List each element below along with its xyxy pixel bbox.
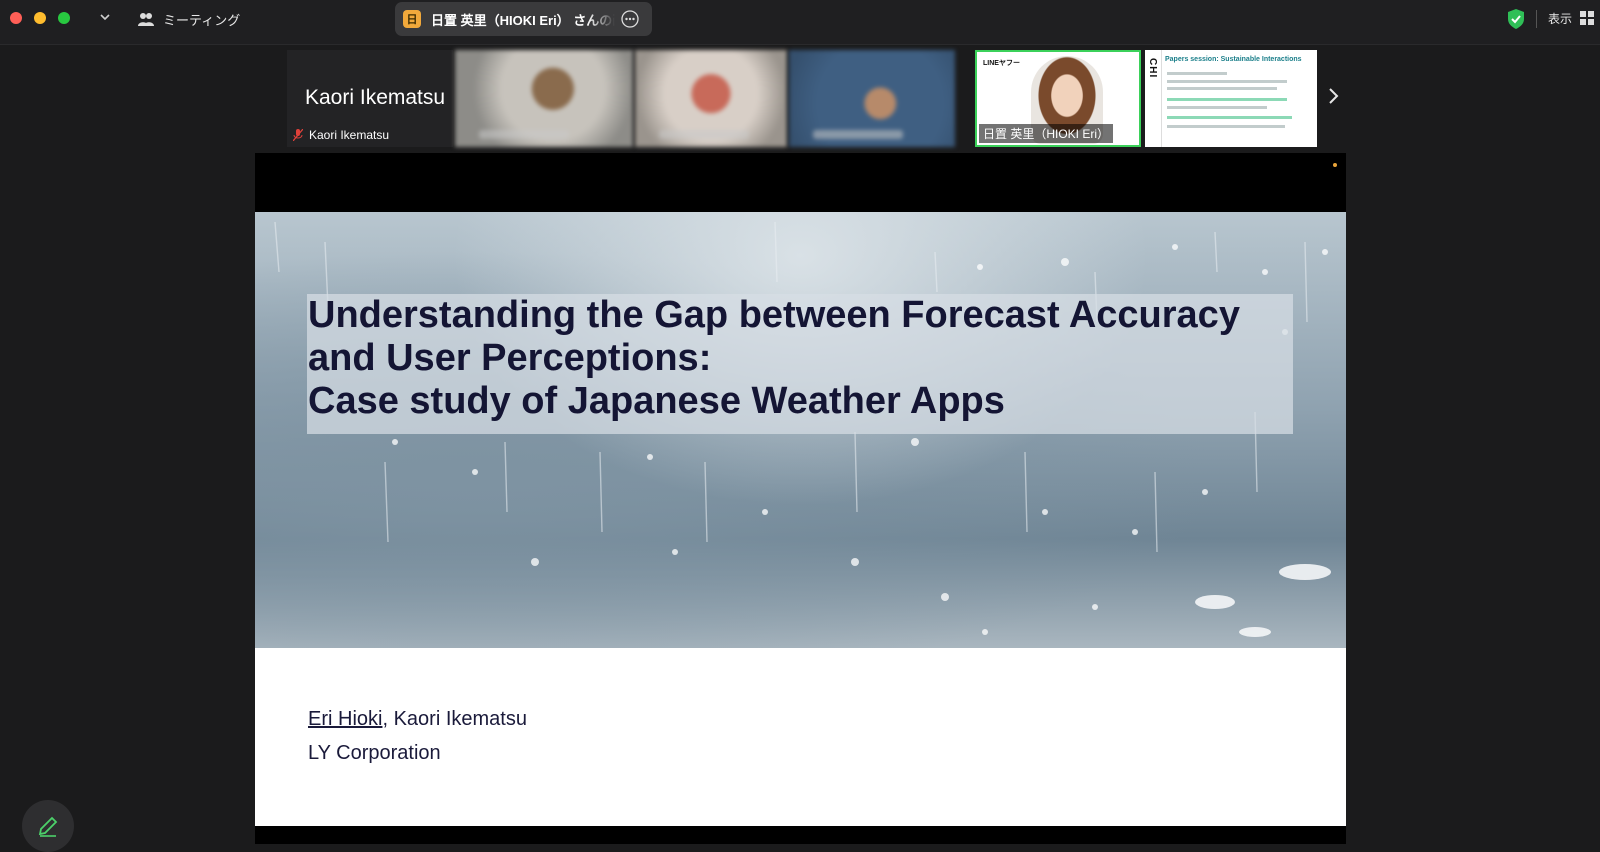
fullscreen-window-button[interactable] [58,12,70,24]
slide-title-line: Case study of Japanese Weather Apps [308,380,1005,422]
meeting-label: ミーティング [163,12,241,28]
chevron-down-icon[interactable] [98,10,112,24]
participants-icon [138,13,154,26]
slide-text-line [1167,87,1277,90]
slide-footer: Eri Hioki, Kaori Ikematsu LY Corporation [255,648,1346,826]
slide-text-line [1167,116,1292,119]
slide-text-line [1167,125,1285,128]
slide-text-line [1167,106,1267,109]
blurred-name [479,130,569,139]
meeting-menu[interactable]: ミーティング [137,8,240,30]
active-speaker-tile[interactable]: LINEヤフー 日置 英里（HIOKI Eri） [975,50,1141,147]
more-options-icon[interactable] [621,10,639,28]
participant-tile[interactable] [789,50,955,147]
slide-text-line [1167,98,1287,101]
rain-background-image: Understanding the Gap between Forecast A… [255,212,1346,648]
next-page-arrow-icon[interactable] [1326,86,1340,106]
divider [1536,10,1537,28]
screen-share-title: 日置 英里（HIOKI Eri） さんの画面 [431,12,615,28]
video-strip: Kaori Ikematsu Kaori Ikematsu LINEヤフー 日置… [287,50,1317,147]
muted-mic-icon [293,129,303,141]
author-link[interactable]: Eri Hioki [308,708,382,730]
slide-title: Understanding the Gap between Forecast A… [308,294,1240,423]
recording-indicator [1333,163,1337,167]
gallery-view-icon[interactable] [1580,11,1594,25]
participant-display-name: Kaori Ikematsu [305,86,446,109]
window-titlebar: ミーティング 日 日置 英里（HIOKI Eri） さんの画面 表示 [0,0,1600,45]
chi-logo: CHI [1147,58,1158,79]
session-slide-tile[interactable]: CHI Papers session: Sustainable Interact… [1145,50,1317,147]
company-logo: LINEヤフー [983,60,1020,67]
slide-authors: Eri Hioki, Kaori Ikematsu [308,708,527,731]
participant-name: 日置 英里（HIOKI Eri） [979,124,1114,143]
slide-title-line: and User Perceptions: [308,337,712,379]
shared-screen: Understanding the Gap between Forecast A… [255,153,1346,844]
view-menu-label[interactable]: 表示 [1548,10,1572,27]
participant-name: Kaori Ikematsu [309,128,390,142]
slide-text-line [1167,72,1227,75]
participant-tile[interactable] [635,50,787,147]
security-shield-icon[interactable] [1506,8,1526,30]
slide-text-line [1167,80,1287,83]
slide-organization: LY Corporation [308,742,441,764]
participant-label: Kaori Ikematsu [293,128,389,142]
slide-title-line: Understanding the Gap between Forecast A… [308,294,1240,336]
author-names: , Kaori Ikematsu [382,708,527,730]
close-window-button[interactable] [10,12,22,24]
pencil-icon [38,816,58,837]
sharer-avatar: 日 [403,10,421,28]
blurred-name [813,130,903,139]
minimize-window-button[interactable] [34,12,46,24]
blurred-name [659,130,749,139]
participant-tile[interactable] [455,50,633,147]
chi-logo-bar: CHI [1145,50,1162,147]
screen-share-indicator[interactable]: 日 日置 英里（HIOKI Eri） さんの画面 [395,2,652,36]
annotate-button[interactable] [22,800,74,852]
participant-tile[interactable]: Kaori Ikematsu Kaori Ikematsu [287,50,453,147]
session-title: Papers session: Sustainable Interactions [1165,56,1302,63]
